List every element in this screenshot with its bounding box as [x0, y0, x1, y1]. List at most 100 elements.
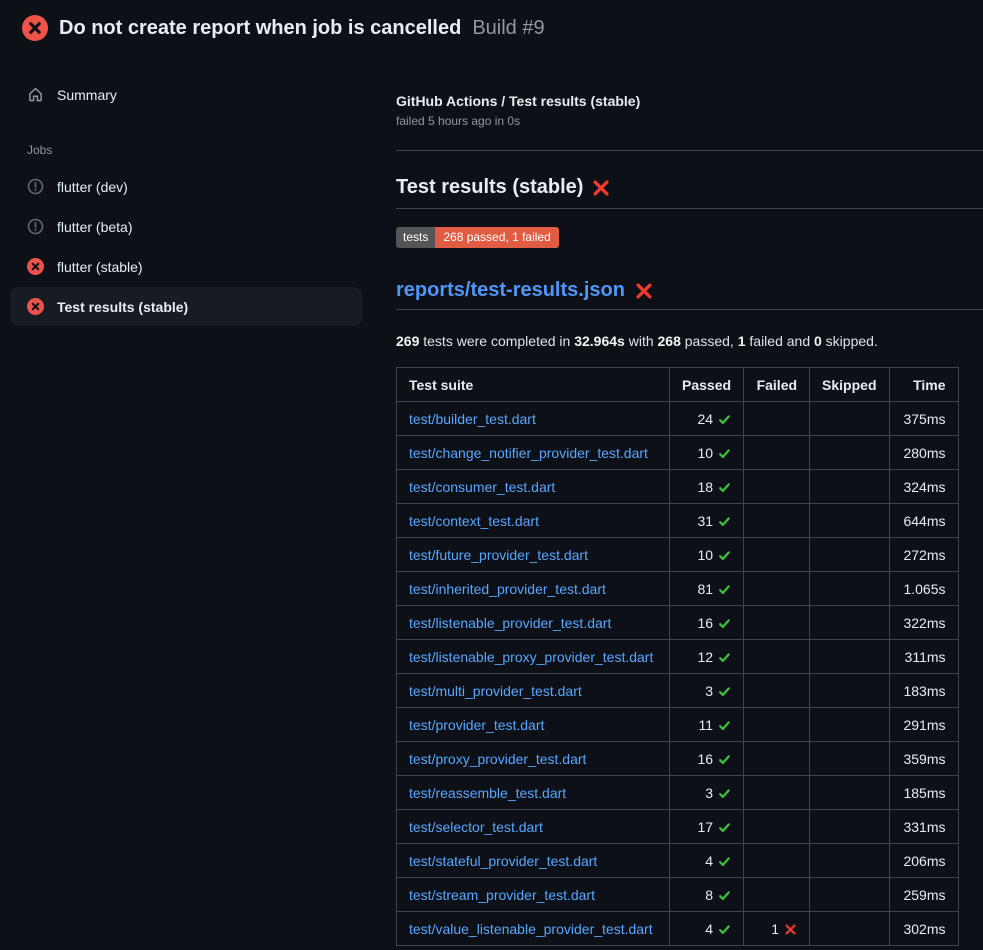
table-row: test/context_test.dart31644ms	[397, 504, 959, 538]
table-row: test/future_provider_test.dart 10 272ms	[397, 538, 959, 572]
suite-link[interactable]: test/proxy_provider_test.dart	[409, 751, 586, 767]
failed-cell	[744, 844, 810, 878]
passed-cell: 17	[670, 810, 744, 844]
suite-link[interactable]: test/future_provider_test.dart	[409, 547, 588, 563]
suite-link[interactable]: test/multi_provider_test.dart	[409, 683, 582, 699]
check-icon	[718, 447, 731, 460]
page-title: Do not create report when job is cancell…	[59, 17, 461, 40]
skipped-cell	[810, 470, 889, 504]
passed-cell: 31	[670, 504, 744, 538]
suite-cell: test/consumer_test.dart	[397, 470, 670, 504]
total-count: 269	[396, 333, 419, 349]
summary-line: 269 tests were completed in 32.964s with…	[396, 333, 983, 349]
check-icon	[718, 821, 731, 834]
table-row: test/listenable_provider_test.dart16322m…	[397, 606, 959, 640]
skipped-cell	[810, 538, 889, 572]
check-icon	[718, 617, 731, 630]
suite-cell: test/selector_test.dart	[397, 810, 670, 844]
passed-cell: 12	[670, 640, 744, 674]
failed-cell	[744, 776, 810, 810]
sidebar-item-summary[interactable]: Summary	[10, 76, 362, 113]
check-icon	[718, 583, 731, 596]
suite-link[interactable]: test/builder_test.dart	[409, 411, 536, 427]
check-icon	[718, 787, 731, 800]
check-icon	[718, 923, 731, 936]
time-cell: 311ms	[889, 640, 958, 674]
suite-link[interactable]: test/provider_test.dart	[409, 717, 544, 733]
sidebar-job-flutter-dev[interactable]: flutter (dev)	[10, 167, 362, 206]
total-time: 32.964s	[574, 333, 625, 349]
job-label: flutter (dev)	[57, 179, 128, 195]
suite-link[interactable]: test/change_notifier_provider_test.dart	[409, 445, 648, 461]
suite-link[interactable]: test/listenable_provider_test.dart	[409, 615, 611, 631]
sidebar-job-flutter-beta[interactable]: flutter (beta)	[10, 207, 362, 246]
time-cell: 280ms	[889, 436, 958, 470]
divider	[396, 150, 983, 151]
failed-cell	[744, 470, 810, 504]
time-cell: 324ms	[889, 470, 958, 504]
table-row: test/stream_provider_test.dart8259ms	[397, 878, 959, 912]
sidebar-job-test-results-stable[interactable]: Test results (stable)	[10, 287, 362, 326]
sidebar-job-flutter-stable[interactable]: flutter (stable)	[10, 247, 362, 286]
time-cell: 322ms	[889, 606, 958, 640]
passed-cell: 8	[670, 878, 744, 912]
suite-link[interactable]: test/stream_provider_test.dart	[409, 887, 595, 903]
suite-link[interactable]: test/stateful_provider_test.dart	[409, 853, 597, 869]
tests-badge: tests 268 passed, 1 failed	[396, 227, 559, 248]
failed-cell	[744, 538, 810, 572]
jobs-section-label: Jobs	[27, 143, 362, 157]
suite-link[interactable]: test/selector_test.dart	[409, 819, 543, 835]
suite-cell: test/provider_test.dart	[397, 708, 670, 742]
failed-cell	[744, 504, 810, 538]
cross-mark-icon	[592, 179, 610, 197]
check-icon	[718, 719, 731, 732]
failed-cell	[744, 436, 810, 470]
badge-label: tests	[396, 227, 435, 248]
table-row: test/stateful_provider_test.dart4206ms	[397, 844, 959, 878]
time-cell: 375ms	[889, 402, 958, 436]
passed-cell: 11	[670, 708, 744, 742]
time-cell: 291ms	[889, 708, 958, 742]
skipped-cell	[810, 640, 889, 674]
check-icon	[718, 889, 731, 902]
table-header-row: Test suite Passed Failed Skipped Time	[397, 368, 959, 402]
passed-cell: 81	[670, 572, 744, 606]
time-cell: 302ms	[889, 912, 958, 946]
passed-cell: 10	[670, 538, 744, 572]
suite-link[interactable]: test/listenable_proxy_provider_test.dart	[409, 649, 653, 665]
skipped-cell	[810, 776, 889, 810]
check-icon	[718, 549, 731, 562]
suite-cell: test/stream_provider_test.dart	[397, 878, 670, 912]
cross-mark-icon	[635, 282, 653, 300]
failed-cell	[744, 402, 810, 436]
time-cell: 206ms	[889, 844, 958, 878]
table-row: test/listenable_proxy_provider_test.dart…	[397, 640, 959, 674]
skipped-cell	[810, 742, 889, 776]
suite-cell: test/multi_provider_test.dart	[397, 674, 670, 708]
suite-link[interactable]: test/context_test.dart	[409, 513, 539, 529]
section-title-text: Test results (stable)	[396, 176, 583, 199]
check-icon	[718, 413, 731, 426]
run-status-line: failed 5 hours ago in 0s	[396, 114, 983, 128]
passed-cell: 3	[670, 776, 744, 810]
suite-link[interactable]: test/reassemble_test.dart	[409, 785, 566, 801]
check-icon	[718, 651, 731, 664]
check-icon	[718, 685, 731, 698]
passed-cell: 10	[670, 436, 744, 470]
suite-link[interactable]: test/inherited_provider_test.dart	[409, 581, 606, 597]
time-cell: 272ms	[889, 538, 958, 572]
report-file-link[interactable]: reports/test-results.json	[396, 279, 625, 302]
table-row: test/consumer_test.dart18324ms	[397, 470, 959, 504]
suite-link[interactable]: test/consumer_test.dart	[409, 479, 555, 495]
neutral-status-icon	[27, 218, 44, 235]
suite-cell: test/proxy_provider_test.dart	[397, 742, 670, 776]
table-row: test/proxy_provider_test.dart16359ms	[397, 742, 959, 776]
check-icon	[718, 855, 731, 868]
check-run-header: Do not create report when job is cancell…	[0, 0, 983, 54]
table-row: test/inherited_provider_test.dart811.065…	[397, 572, 959, 606]
failed-cell	[744, 606, 810, 640]
suite-link[interactable]: test/value_listenable_provider_test.dart	[409, 921, 653, 937]
failed-cell	[744, 708, 810, 742]
skipped-count: 0	[814, 333, 822, 349]
skipped-cell	[810, 436, 889, 470]
